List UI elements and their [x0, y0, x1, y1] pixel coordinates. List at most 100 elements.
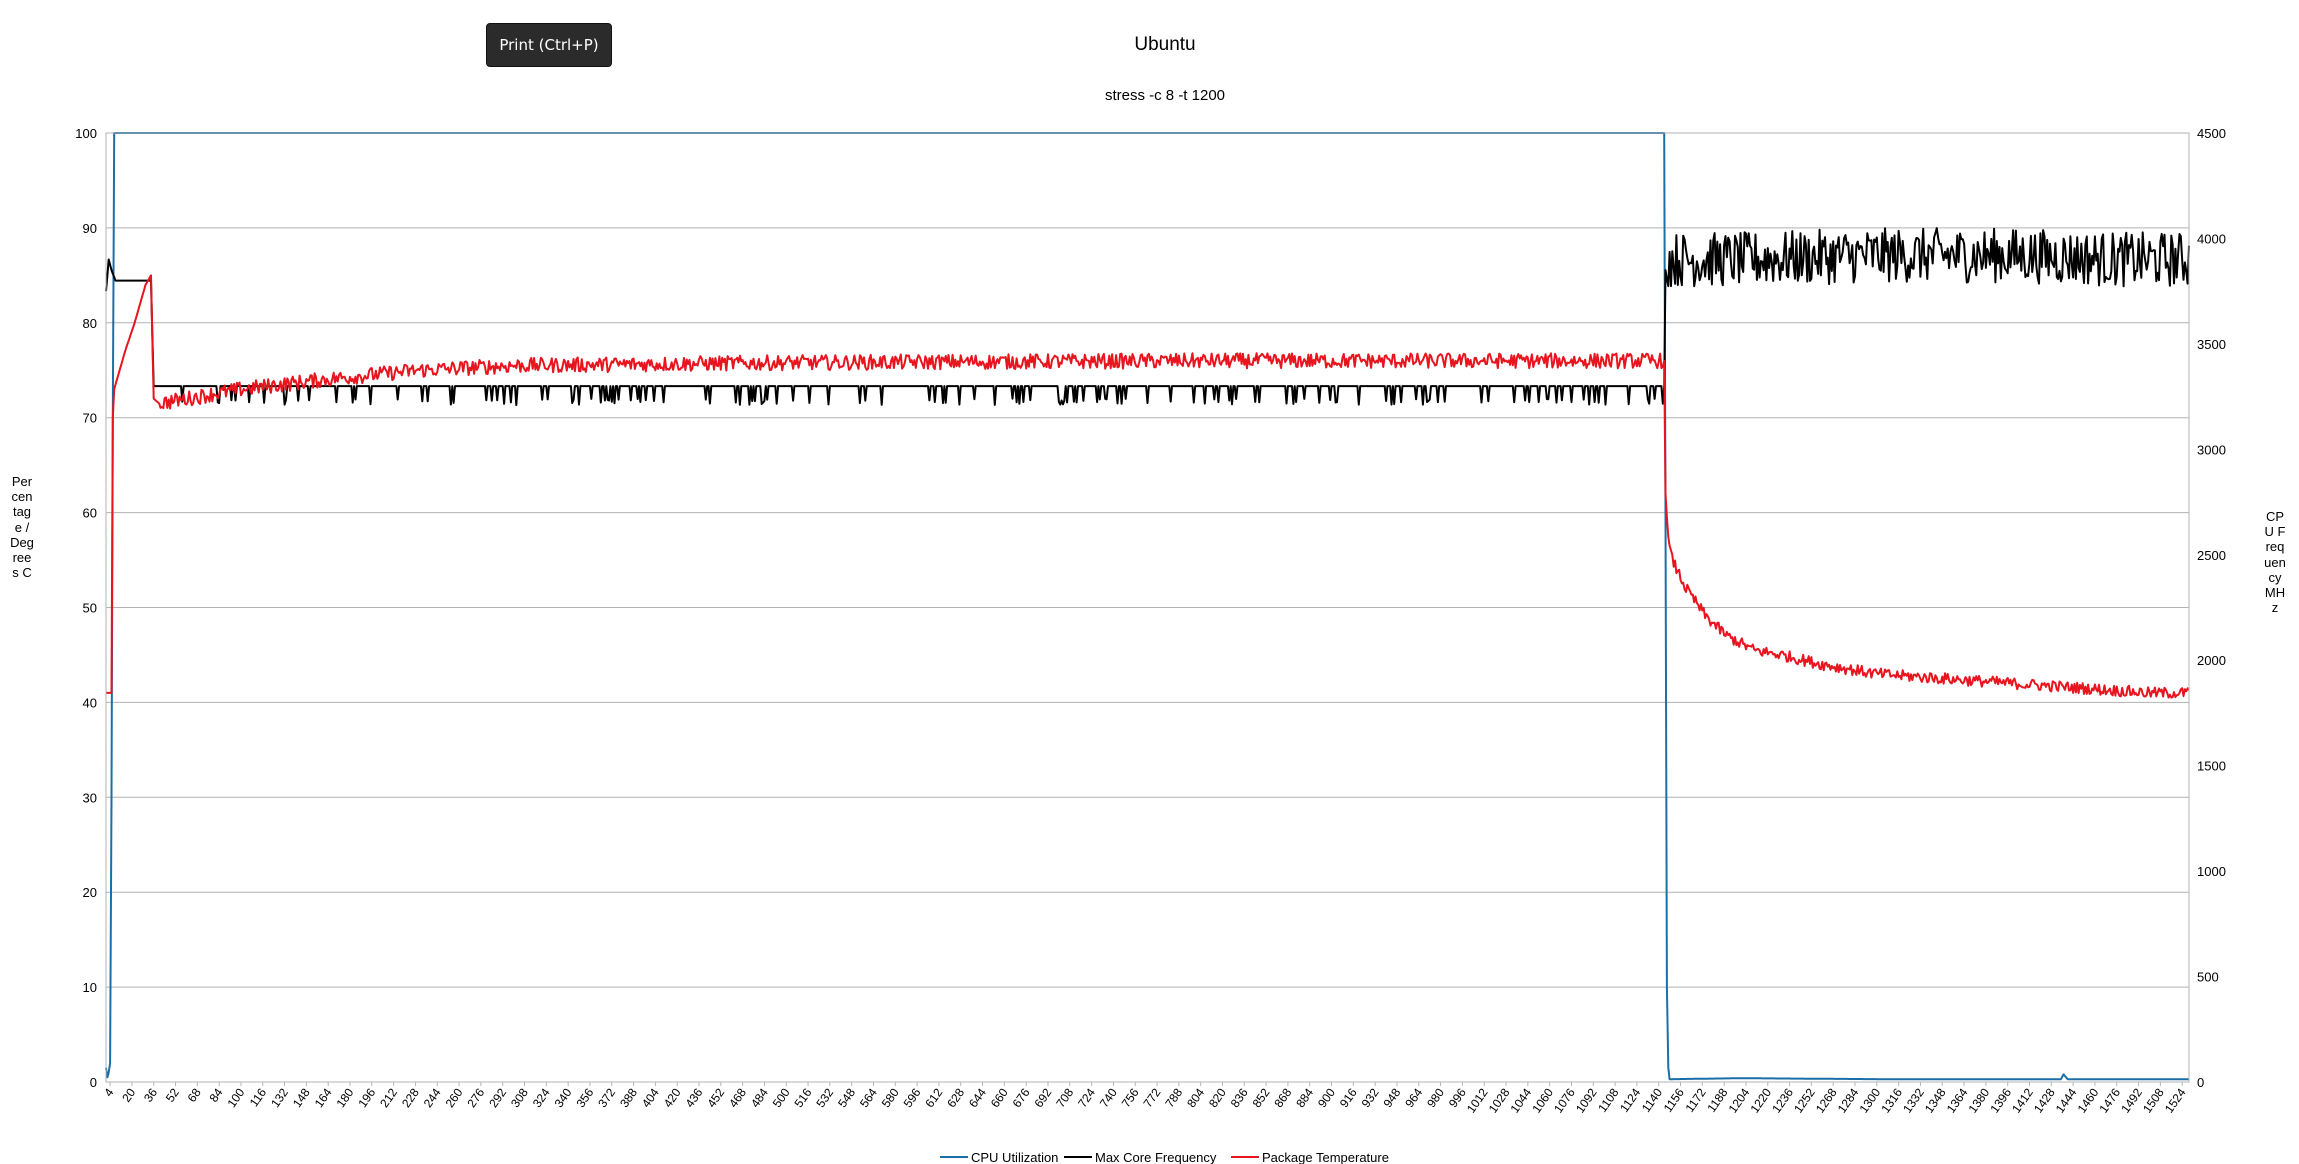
x-tick-label: 20 — [119, 1085, 138, 1104]
x-tick-label: 1108 — [1595, 1085, 1621, 1114]
x-tick-label: 468 — [726, 1085, 749, 1110]
chart-subtitle: stress -c 8 -t 1200 — [1105, 87, 1225, 104]
x-tick-label: 1412 — [2009, 1085, 2036, 1115]
x-tick-label: 1044 — [1508, 1085, 1535, 1115]
right-axis-tick-labels: 0 500 1000 1500 2000 2500 3000 3500 4000 4500 — [2197, 126, 2226, 1090]
x-tick-label: 820 — [1206, 1085, 1229, 1110]
y2-tick-label: 4500 — [2197, 126, 2226, 141]
x-tick-label: 244 — [421, 1085, 444, 1110]
x-tick-label: 1012 — [1464, 1085, 1491, 1115]
x-tick-label: 1028 — [1486, 1085, 1513, 1115]
x-tick-label: 1524 — [2162, 1085, 2189, 1115]
y-tick-label: 70 — [83, 411, 97, 426]
y-axis-label-right: CPU Frequency MHz — [2264, 509, 2286, 616]
x-tick-label: 372 — [595, 1085, 618, 1110]
x-tick-label: 356 — [573, 1085, 596, 1110]
x-tick-label: 340 — [552, 1085, 575, 1110]
y2-tick-label: 0 — [2197, 1075, 2204, 1090]
x-tick-label: 580 — [879, 1085, 902, 1110]
x-tick-label: 260 — [443, 1085, 466, 1110]
x-tick-label: 868 — [1271, 1085, 1294, 1110]
y-axis-label-left: Percentage / Degrees C — [10, 474, 34, 581]
y-tick-label: 40 — [83, 695, 97, 710]
x-tick-label: 116 — [247, 1085, 270, 1109]
x-tick-label: 292 — [486, 1085, 509, 1110]
legend-label: Package Temperature — [1262, 1150, 1389, 1164]
y-tick-label: 20 — [83, 885, 97, 900]
x-tick-label: 276 — [464, 1085, 487, 1110]
x-tick-label: 404 — [639, 1085, 662, 1110]
series-line-1 — [105, 227, 2190, 406]
x-tick-label: 324 — [530, 1085, 553, 1110]
x-tick-label: 692 — [1031, 1085, 1054, 1110]
print-tooltip: Print (Ctrl+P) — [486, 23, 612, 67]
x-tick-label: 180 — [334, 1085, 357, 1110]
x-tick-label: 1092 — [1573, 1085, 1600, 1115]
x-tick-label: 100 — [224, 1085, 247, 1110]
x-tick-label: 1220 — [1747, 1085, 1774, 1115]
x-tick-label: 1188 — [1704, 1085, 1730, 1114]
x-tick-label: 516 — [792, 1085, 815, 1110]
y-tick-label: 100 — [75, 126, 97, 141]
x-tick-label: 52 — [163, 1085, 182, 1104]
x-tick-label: 852 — [1250, 1085, 1273, 1110]
chart-title: Ubuntu — [1134, 34, 1195, 55]
y-tick-label: 50 — [83, 601, 97, 616]
x-tick-label: 436 — [683, 1085, 706, 1110]
x-tick-label: 1204 — [1726, 1085, 1753, 1115]
y-tick-label: 30 — [83, 790, 97, 805]
x-tick-label: 4 — [101, 1085, 116, 1099]
x-tick-label: 1268 — [1813, 1085, 1840, 1115]
chart: Ubuntu stress -c 8 -t 1200 0102030405060… — [75, 34, 2226, 1164]
x-tick-label: 1140 — [1639, 1085, 1665, 1114]
x-tick-label: 1060 — [1529, 1085, 1556, 1115]
x-tick-label: 660 — [988, 1085, 1011, 1110]
gridlines — [106, 132, 2189, 1083]
y2-tick-label: 1000 — [2197, 864, 2226, 879]
x-tick-label: 212 — [377, 1085, 400, 1110]
x-tick-label: 532 — [813, 1085, 836, 1110]
x-tick-label: 1364 — [1944, 1085, 1971, 1115]
x-tick-label: 916 — [1337, 1085, 1360, 1110]
series-line-2 — [106, 274, 2190, 699]
legend-label: Max Core Frequency — [1095, 1150, 1217, 1164]
x-tick-label: 612 — [922, 1085, 945, 1110]
x-tick-label: 164 — [312, 1085, 335, 1110]
x-tick-label: 948 — [1380, 1085, 1403, 1110]
x-tick-label: 804 — [1184, 1085, 1207, 1110]
x-tick-label: 1332 — [1900, 1085, 1927, 1115]
x-tick-label: 708 — [1053, 1085, 1076, 1110]
x-tick-label: 484 — [748, 1085, 771, 1110]
x-tick-label: 420 — [661, 1085, 684, 1110]
x-tick-label: 1236 — [1769, 1085, 1796, 1115]
x-tick-label: 132 — [268, 1085, 291, 1110]
x-tick-label: 1444 — [2053, 1085, 2080, 1115]
x-tick-label: 1380 — [1966, 1085, 1993, 1115]
x-tick-label: 500 — [770, 1085, 793, 1110]
y2-tick-label: 500 — [2197, 970, 2219, 985]
left-axis-tick-labels: 0 10 20 30 40 50 60 70 80 90 100 — [75, 126, 97, 1090]
x-tick-label: 228 — [399, 1085, 422, 1110]
x-tick-label: 1348 — [1922, 1085, 1949, 1115]
x-tick-label: 84 — [206, 1085, 225, 1104]
x-tick-label: 724 — [1075, 1085, 1098, 1110]
y-tick-label: 80 — [83, 316, 97, 331]
x-tick-label: 884 — [1293, 1085, 1316, 1110]
x-tick-label: 1492 — [2118, 1085, 2145, 1115]
x-axis-tick-labels: 4 20 36 52 68 84100 11613214816418019621222824… — [101, 1082, 2189, 1116]
x-tick-label: 596 — [901, 1085, 924, 1110]
x-tick-label: 1156 — [1661, 1085, 1687, 1114]
y2-tick-label: 1500 — [2197, 759, 2226, 774]
x-tick-label: 36 — [141, 1085, 160, 1104]
x-tick-label: 644 — [966, 1085, 989, 1110]
x-tick-label: 1284 — [1835, 1085, 1862, 1115]
x-tick-label: 548 — [835, 1085, 858, 1110]
y-tick-label: 0 — [90, 1075, 97, 1090]
x-tick-label: 1300 — [1856, 1085, 1883, 1115]
series-lines — [105, 132, 2190, 1081]
x-tick-label: 1460 — [2075, 1085, 2102, 1115]
x-tick-label: 388 — [617, 1085, 640, 1110]
x-tick-label: 628 — [944, 1085, 967, 1110]
x-tick-label: 1076 — [1551, 1085, 1578, 1115]
x-tick-label: 772 — [1141, 1085, 1164, 1110]
